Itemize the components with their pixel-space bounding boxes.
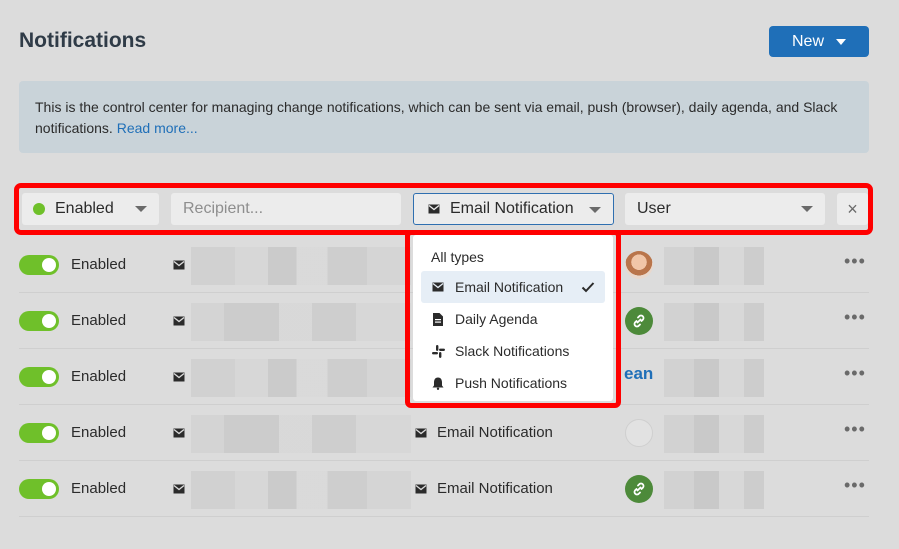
- enabled-toggle[interactable]: [19, 311, 59, 331]
- status-filter[interactable]: Enabled: [22, 193, 159, 225]
- redacted-recipient: [191, 415, 411, 453]
- more-options-icon[interactable]: •••: [844, 251, 866, 272]
- link-icon: [633, 314, 645, 328]
- dropdown-item-label: Slack Notifications: [455, 343, 570, 359]
- type-filter[interactable]: Email Notification: [413, 193, 614, 225]
- user-filter-label: User: [637, 200, 671, 217]
- more-options-icon[interactable]: •••: [844, 307, 866, 328]
- enabled-toggle[interactable]: [19, 367, 59, 387]
- redacted-user: [664, 247, 764, 285]
- row-type-label: Email Notification: [437, 480, 553, 497]
- avatar: [625, 475, 653, 503]
- new-button[interactable]: New: [769, 26, 869, 57]
- status-filter-label: Enabled: [55, 200, 114, 217]
- redacted-recipient: [191, 359, 411, 397]
- dropdown-item-all-types[interactable]: All types: [421, 243, 605, 271]
- redacted-user: [664, 359, 764, 397]
- envelope-icon: [415, 484, 427, 494]
- read-more-link[interactable]: Read more...: [117, 120, 198, 136]
- user-filter[interactable]: User: [625, 193, 825, 225]
- envelope-icon: [173, 260, 185, 270]
- status-dot-icon: [33, 203, 45, 215]
- bell-icon: [431, 377, 445, 390]
- table-row: Enabled Email Notification •••: [19, 461, 869, 517]
- redacted-user: [664, 471, 764, 509]
- dropdown-item-daily-agenda[interactable]: Daily Agenda: [421, 303, 605, 335]
- caret-down-icon: [801, 206, 813, 212]
- recipient-input[interactable]: [171, 193, 401, 225]
- dropdown-item-label: Email Notification: [455, 279, 564, 295]
- caret-down-icon: [135, 206, 147, 212]
- redacted-recipient: [191, 471, 411, 509]
- redacted-recipient: [191, 303, 411, 341]
- avatar: ean: [624, 364, 654, 383]
- slack-icon: [431, 344, 445, 358]
- check-icon: [581, 280, 595, 296]
- caret-down-icon: [836, 38, 846, 45]
- type-filter-label: Email Notification: [450, 200, 574, 217]
- enabled-toggle[interactable]: [19, 255, 59, 275]
- row-status: Enabled: [71, 368, 127, 385]
- dropdown-item-label: Daily Agenda: [455, 311, 538, 327]
- table-row: Enabled Email Notification •••: [19, 405, 869, 461]
- enabled-toggle[interactable]: [19, 479, 59, 499]
- dropdown-item-slack[interactable]: Slack Notifications: [421, 335, 605, 367]
- new-button-label: New: [791, 32, 824, 50]
- envelope-icon: [431, 282, 445, 292]
- avatar: [625, 251, 653, 279]
- avatar: [625, 419, 653, 447]
- dropdown-item-email[interactable]: Email Notification: [421, 271, 605, 303]
- clear-filters-button[interactable]: ×: [837, 193, 868, 225]
- row-status: Enabled: [71, 424, 127, 441]
- envelope-icon: [415, 428, 427, 438]
- dropdown-item-label: Push Notifications: [455, 375, 568, 391]
- redacted-user: [664, 303, 764, 341]
- row-status: Enabled: [71, 312, 127, 329]
- row-type: Email Notification: [415, 424, 553, 441]
- close-icon: ×: [847, 198, 858, 219]
- more-options-icon[interactable]: •••: [844, 363, 866, 384]
- envelope-icon: [173, 372, 185, 382]
- link-icon: [633, 482, 645, 496]
- redacted-user: [664, 415, 764, 453]
- envelope-icon: [428, 204, 440, 214]
- more-options-icon[interactable]: •••: [844, 475, 866, 496]
- more-options-icon[interactable]: •••: [844, 419, 866, 440]
- avatar: [625, 307, 653, 335]
- row-type-label: Email Notification: [437, 424, 553, 441]
- enabled-toggle[interactable]: [19, 423, 59, 443]
- info-box: This is the control center for managing …: [19, 81, 869, 153]
- document-icon: [431, 312, 445, 326]
- row-type: Email Notification: [415, 480, 553, 497]
- row-status: Enabled: [71, 256, 127, 273]
- caret-down-icon: [589, 207, 601, 213]
- row-status: Enabled: [71, 480, 127, 497]
- redacted-recipient: [191, 247, 411, 285]
- page-title: Notifications: [19, 29, 147, 52]
- dropdown-item-push[interactable]: Push Notifications: [421, 367, 605, 399]
- type-dropdown-menu: All types Email Notification Daily Agend…: [413, 235, 613, 401]
- envelope-icon: [173, 428, 185, 438]
- envelope-icon: [173, 316, 185, 326]
- envelope-icon: [173, 484, 185, 494]
